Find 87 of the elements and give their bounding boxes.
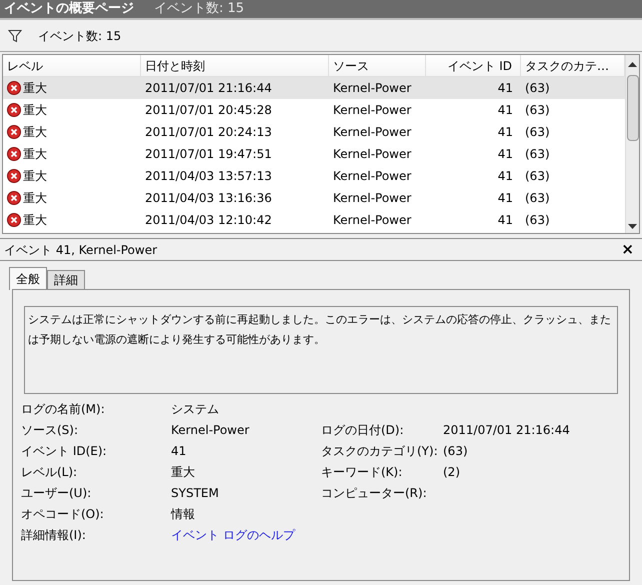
- level-text: 重大: [23, 80, 47, 97]
- table-cell-text: Kernel-Power: [332, 80, 412, 97]
- field-value: (2): [443, 464, 461, 481]
- table-cell-text: 2011/04/03 12:10:42: [144, 212, 273, 229]
- field-value: 2011/07/01 21:16:44: [443, 422, 571, 439]
- scroll-up-icon[interactable]: [628, 61, 637, 67]
- table-cell-text: 41: [496, 80, 514, 97]
- table-row[interactable]: 重大 2011/07/01 19:47:51 Kernel-Power 41 (63): [3, 143, 625, 165]
- level-text: 重大: [23, 212, 47, 229]
- table-row[interactable]: 重大 2011/07/01 21:16:44 Kernel-Power 41 (63): [3, 77, 625, 99]
- column-header[interactable]: レベル: [3, 55, 141, 76]
- description-box: システムは正常にシャットダウンする前に再起動しました。このエラーは、システムの応答の停止、クラッシュ、または予期しない電源の遮断により発生する可能性があります。: [24, 306, 618, 394]
- table-cell-text: Kernel-Power: [332, 146, 412, 163]
- scroll-thumb[interactable]: [626, 75, 638, 141]
- table-cell-text: (63): [524, 146, 551, 163]
- level-text: 重大: [23, 168, 47, 185]
- table-row[interactable]: 重大 2011/04/03 13:57:13 Kernel-Power 41 (63): [3, 165, 625, 187]
- field-label: レベル(L):: [21, 464, 78, 481]
- table-cell-text: Kernel-Power: [332, 212, 412, 229]
- table-cell-text: 2011/07/01 19:47:51: [144, 146, 273, 163]
- field-label: オペコード(O):: [21, 506, 105, 523]
- filter-icon[interactable]: [8, 28, 22, 42]
- field-label: ソース(S):: [21, 422, 80, 439]
- table-cell-text: 41: [496, 124, 514, 141]
- event-count: イベント数: 15: [154, 0, 244, 18]
- table-cell-text: 2011/07/01 21:16:44: [144, 80, 273, 97]
- error-icon: [7, 125, 21, 139]
- table-row[interactable]: 重大 2011/07/01 20:45:28 Kernel-Power 41 (63): [3, 99, 625, 121]
- error-icon: [7, 147, 21, 161]
- level-text: 重大: [23, 102, 47, 119]
- field-label: 詳細情報(I):: [21, 527, 87, 544]
- field-value: (63): [443, 443, 469, 460]
- table-cell-text: (63): [524, 102, 551, 119]
- page-title: イベントの概要ページ: [4, 0, 134, 18]
- level-text: 重大: [23, 124, 47, 141]
- field-value: 41: [171, 443, 188, 460]
- table-cell-text: (63): [524, 124, 551, 141]
- error-icon: [7, 103, 21, 117]
- table-row[interactable]: 重大 2011/04/03 13:16:36 Kernel-Power 41 (63): [3, 187, 625, 209]
- help-link[interactable]: イベント ログのヘルプ: [171, 526, 321, 544]
- level-text: 重大: [23, 190, 47, 207]
- error-icon: [7, 191, 21, 205]
- table-cell-text: (63): [524, 212, 551, 229]
- table-row[interactable]: 重大 2011/04/03 12:10:42 Kernel-Power 41 (63): [3, 209, 625, 231]
- table-cell-text: 41: [496, 102, 514, 119]
- table-cell-text: 41: [496, 146, 514, 163]
- field-label: タスクのカテゴリ(Y):: [321, 443, 439, 460]
- field-label: ログの日付(D):: [321, 422, 405, 439]
- field-label: ユーザー(U):: [21, 485, 92, 502]
- table-row[interactable]: 重大 2011/07/01 20:24:13 Kernel-Power 41 (63): [3, 121, 625, 143]
- table-cell-text: 2011/07/01 20:45:28: [144, 102, 273, 119]
- field-label: コンピューター(R):: [321, 485, 428, 502]
- column-header[interactable]: イベント ID: [426, 55, 521, 76]
- table-cell-text: Kernel-Power: [332, 168, 412, 185]
- table-cell-text: (63): [524, 168, 551, 185]
- table-cell-text: (63): [524, 190, 551, 207]
- error-icon: [7, 213, 21, 227]
- table-cell-text: 41: [496, 190, 514, 207]
- field-value: 情報: [171, 506, 196, 523]
- table-cell-text: 2011/04/03 13:57:13: [144, 168, 273, 185]
- table-cell-text: Kernel-Power: [332, 190, 412, 207]
- table-cell-text: 2011/07/01 20:24:13: [144, 124, 273, 141]
- table-cell-text: (63): [524, 80, 551, 97]
- level-text: 重大: [23, 146, 47, 163]
- field-label: イベント ID(E):: [21, 443, 108, 460]
- field-label: キーワード(K):: [321, 464, 404, 481]
- table-cell-text: 2011/04/03 13:16:36: [144, 190, 273, 207]
- column-header[interactable]: ソース: [329, 55, 426, 76]
- scroll-down-icon[interactable]: [628, 224, 637, 230]
- field-label: ログの名前(M):: [21, 401, 106, 418]
- scrollbar[interactable]: [625, 55, 639, 233]
- table-cell-text: Kernel-Power: [332, 124, 412, 141]
- table-cell-text: Kernel-Power: [332, 102, 412, 119]
- error-icon: [7, 169, 21, 183]
- field-value: Kernel-Power: [171, 422, 250, 439]
- field-value: システム: [171, 401, 220, 418]
- error-icon: [7, 81, 21, 95]
- column-header[interactable]: 日付と時刻: [141, 55, 329, 76]
- table-cell-text: 41: [496, 212, 514, 229]
- tab[interactable]: 詳細: [47, 270, 85, 290]
- table-cell-text: 41: [496, 168, 514, 185]
- close-button[interactable]: ×: [617, 242, 638, 257]
- detail-title: イベント 41, Kernel-Power: [4, 242, 158, 258]
- field-value: SYSTEM: [171, 485, 220, 502]
- filter-count: イベント数: 15: [38, 28, 122, 44]
- tab[interactable]: 全般: [9, 267, 47, 290]
- field-value: 重大: [171, 464, 196, 481]
